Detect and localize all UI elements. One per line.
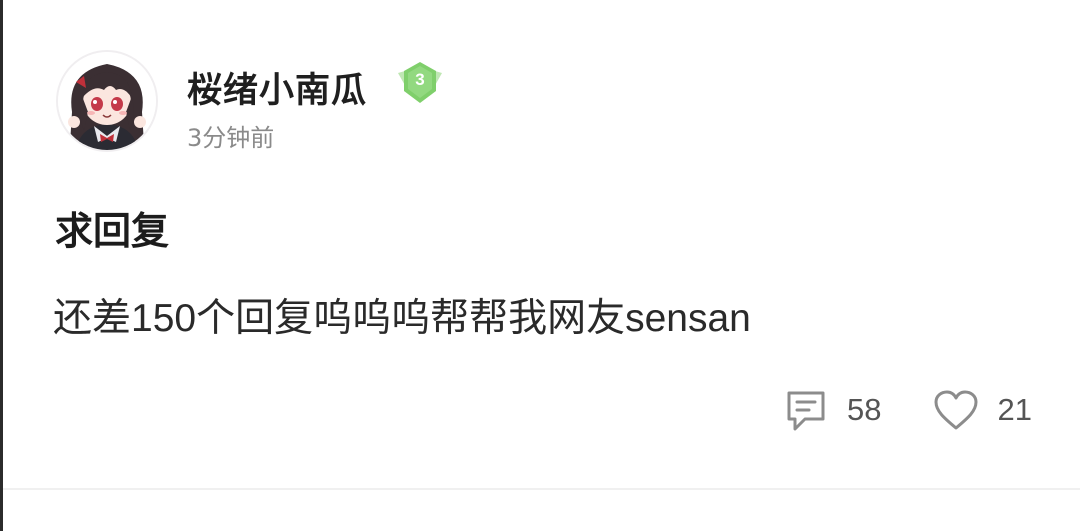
username[interactable]: 桜绪小南瓜: [187, 62, 367, 113]
post-actions: 58 21: [783, 384, 1032, 436]
post-title: 求回复: [55, 209, 170, 253]
post-card[interactable]: 桜绪小南瓜 3 3分钟前 求回复 还差150个回复呜呜呜帮帮我网友sensan …: [0, 0, 1080, 531]
heart-icon: [934, 390, 978, 430]
like-button[interactable]: 21: [932, 388, 1032, 432]
avatar[interactable]: [56, 50, 158, 152]
comment-count: 58: [847, 392, 882, 427]
like-count: 21: [997, 392, 1032, 427]
level-badge-icon: 3: [395, 59, 445, 107]
post-body: 还差150个回复呜呜呜帮帮我网友sensan: [53, 297, 751, 340]
post-timestamp: 3分钟前: [187, 124, 275, 152]
level-number: 3: [415, 70, 425, 89]
comment-button[interactable]: 58: [783, 387, 882, 433]
comment-icon: [787, 391, 825, 431]
divider: [3, 488, 1080, 490]
